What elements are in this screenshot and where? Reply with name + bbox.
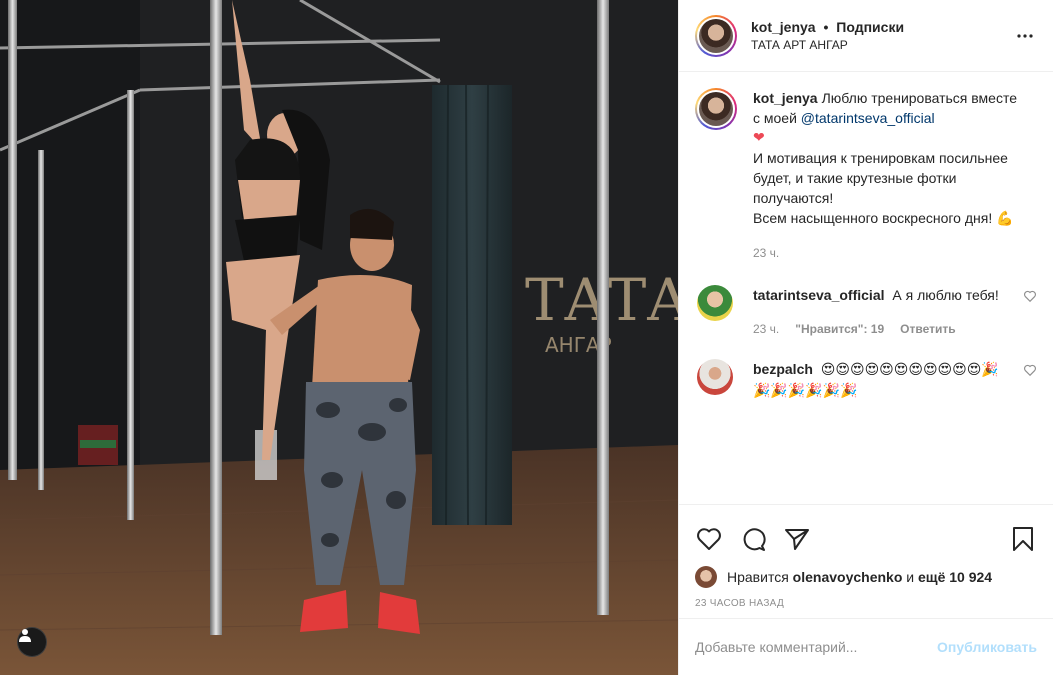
caption-time[interactable]: 23 ч.	[753, 243, 779, 263]
caption-mention-link[interactable]: @tatarintseva_official	[801, 110, 935, 126]
main-pole	[210, 0, 222, 635]
reply-button[interactable]: Ответить	[900, 319, 955, 339]
author-avatar[interactable]	[695, 14, 737, 57]
location-link[interactable]: ТАТА АРТ АНГАР	[751, 36, 1013, 54]
likes-connector: и	[906, 569, 915, 585]
comment-like-heart-icon[interactable]	[1023, 363, 1037, 377]
share-button[interactable]	[783, 525, 811, 553]
likes-count-link[interactable]: ещё 10 924	[918, 569, 992, 585]
caption: kot_jenya Люблю тренироваться вместе с мо…	[695, 88, 1037, 263]
comment-text: А я люблю тебя!	[892, 287, 999, 303]
following-button[interactable]: Подписки	[836, 19, 904, 35]
liker-avatar[interactable]	[695, 566, 717, 588]
share-icon	[785, 528, 809, 550]
more-horizontal-icon	[1017, 33, 1033, 38]
instagram-post: ТАТА АНГАР	[0, 0, 1053, 675]
background-pole	[8, 0, 17, 480]
more-options-button[interactable]	[1013, 24, 1037, 48]
publish-button[interactable]: Опубликовать	[937, 639, 1037, 655]
likes-summary: Нравится olenavoychenko и ещё 10 924	[679, 562, 1053, 590]
caption-author-avatar[interactable]	[695, 88, 737, 130]
comment-button[interactable]	[739, 525, 767, 553]
comment-username[interactable]: tatarintseva_official	[753, 287, 885, 303]
post-header: kot_jenya • Подписки ТАТА АРТ АНГАР	[679, 0, 1053, 72]
like-button[interactable]	[695, 525, 723, 553]
user-tag-button[interactable]	[17, 627, 47, 657]
post-photo[interactable]: ТАТА АНГАР	[0, 0, 678, 675]
author-username[interactable]: kot_jenya	[751, 19, 816, 35]
post-timestamp[interactable]: 23 ЧАСОВ НАЗАД	[679, 590, 1053, 618]
separator-dot: •	[823, 18, 829, 35]
caption-username[interactable]: kot_jenya	[753, 90, 818, 106]
heart-icon	[697, 527, 721, 550]
commenter-avatar[interactable]	[697, 285, 733, 321]
right-pole	[597, 0, 609, 615]
comment-like-heart-icon[interactable]	[1023, 289, 1037, 303]
curtain	[432, 85, 512, 525]
user-icon	[19, 629, 31, 642]
caption-line-2: И мотивация к тренировкам посильнее буде…	[753, 150, 1008, 206]
liker-username[interactable]: olenavoychenko	[793, 569, 903, 585]
commenter-avatar[interactable]	[697, 359, 733, 395]
flexed-biceps-emoji: 💪	[996, 211, 1014, 227]
comments-list[interactable]: kot_jenya Люблю тренироваться вместе с мо…	[679, 72, 1053, 504]
bookmark-icon	[1013, 526, 1033, 551]
post-actions-bar	[679, 504, 1053, 562]
comment-time[interactable]: 23 ч.	[753, 319, 779, 339]
photo-scene: ТАТА АНГАР	[0, 0, 678, 675]
comment-likes-count[interactable]: "Нравится": 19	[795, 319, 884, 339]
comment-icon	[743, 527, 766, 551]
comment-username[interactable]: bezpalch	[753, 361, 813, 377]
comment-item: bezpalch 😍😍😍😍😍😍😍😍😍😍😍🎉🎉🎉🎉🎉🎉🎉	[695, 359, 1037, 401]
caption-line-3: Всем насыщенного воскресного дня!	[753, 210, 993, 226]
likes-prefix: Нравится	[727, 569, 789, 585]
red-heart-emoji: ❤	[753, 130, 765, 146]
save-button[interactable]	[1009, 525, 1037, 553]
comment-input[interactable]	[695, 639, 938, 655]
post-side-panel: kot_jenya • Подписки ТАТА АРТ АНГАР kot_…	[678, 0, 1053, 675]
add-comment-form: Опубликовать	[679, 618, 1053, 675]
comment-item: tatarintseva_official А я люблю тебя! 23…	[695, 285, 1037, 339]
